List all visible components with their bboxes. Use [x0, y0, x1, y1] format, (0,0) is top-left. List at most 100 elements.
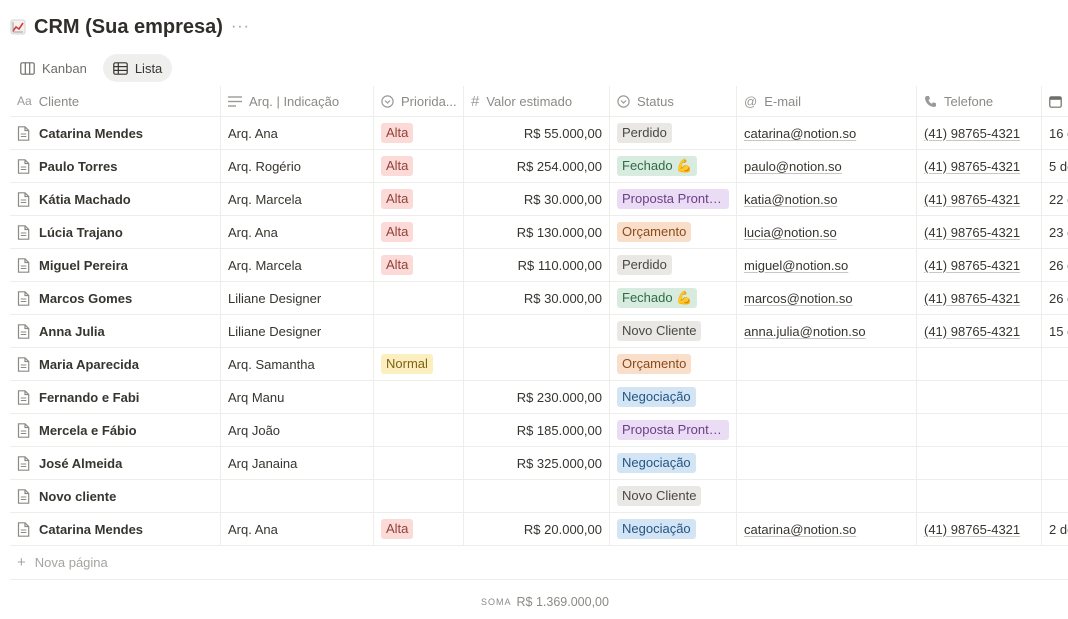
column-header-prioridade[interactable]: Priorida...	[374, 86, 464, 116]
email-link[interactable]: katia@notion.so	[744, 192, 837, 207]
cell-email[interactable]: anna.julia@notion.so	[737, 315, 917, 347]
phone-link[interactable]: (41) 98765-4321	[924, 258, 1020, 273]
column-header-status[interactable]: Status	[610, 86, 737, 116]
cell-valor[interactable]	[464, 315, 610, 347]
table-row[interactable]: Mercela e Fábio Arq João R$ 185.000,00 Prop…	[10, 414, 1068, 447]
phone-link[interactable]: (41) 98765-4321	[924, 324, 1020, 339]
phone-link[interactable]: (41) 98765-4321	[924, 291, 1020, 306]
cell-valor[interactable]: R$ 20.000,00	[464, 513, 610, 545]
cell-data[interactable]: 2 de	[1042, 513, 1068, 545]
cell-status[interactable]: Novo Cliente	[610, 315, 737, 347]
cell-valor[interactable]	[464, 480, 610, 512]
table-row[interactable]: Miguel Pereira Arq. Marcela Alta R$ 110.000…	[10, 249, 1068, 282]
cell-email[interactable]: lucia@notion.so	[737, 216, 917, 248]
phone-link[interactable]: (41) 98765-4321	[924, 126, 1020, 141]
cell-data[interactable]: 5 de	[1042, 150, 1068, 182]
cell-valor[interactable]: R$ 325.000,00	[464, 447, 610, 479]
column-header-arq[interactable]: Arq. | Indicação	[221, 86, 374, 116]
column-header-valor[interactable]: # Valor estimado	[464, 86, 610, 116]
table-row[interactable]: Catarina Mendes Arq. Ana Alta R$ 20.000,00 N…	[10, 513, 1068, 546]
cell-telefone[interactable]: (41) 98765-4321	[917, 183, 1042, 215]
cell-arq[interactable]: Arq Manu	[221, 381, 374, 413]
cell-prioridade[interactable]	[374, 447, 464, 479]
cell-email[interactable]: marcos@notion.so	[737, 282, 917, 314]
cell-arq[interactable]: Arq. Marcela	[221, 249, 374, 281]
email-link[interactable]: anna.julia@notion.so	[744, 324, 866, 339]
phone-link[interactable]: (41) 98765-4321	[924, 225, 1020, 240]
cell-telefone[interactable]	[917, 381, 1042, 413]
cell-data[interactable]: 16 d	[1042, 117, 1068, 149]
cell-status[interactable]: Orçamento	[610, 348, 737, 380]
phone-link[interactable]: (41) 98765-4321	[924, 192, 1020, 207]
cell-status[interactable]: Novo Cliente	[610, 480, 737, 512]
cell-telefone[interactable]	[917, 447, 1042, 479]
cell-cliente[interactable]: Catarina Mendes	[10, 513, 221, 545]
cell-email[interactable]: paulo@notion.so	[737, 150, 917, 182]
cell-data[interactable]: 26 d	[1042, 282, 1068, 314]
cell-status[interactable]: Fechado 💪	[610, 282, 737, 314]
email-link[interactable]: catarina@notion.so	[744, 126, 856, 141]
cell-telefone[interactable]: (41) 98765-4321	[917, 315, 1042, 347]
more-options-button[interactable]: ···	[231, 18, 250, 36]
column-header-telefone[interactable]: Telefone	[917, 86, 1042, 116]
cell-email[interactable]: catarina@notion.so	[737, 513, 917, 545]
cell-cliente[interactable]: Miguel Pereira	[10, 249, 221, 281]
cell-valor[interactable]: R$ 110.000,00	[464, 249, 610, 281]
cell-valor[interactable]: R$ 185.000,00	[464, 414, 610, 446]
cell-prioridade[interactable]	[374, 282, 464, 314]
cell-data[interactable]	[1042, 348, 1068, 380]
table-row[interactable]: Maria Aparecida Arq. Samantha Normal Orçame…	[10, 348, 1068, 381]
cell-valor[interactable]: R$ 30.000,00	[464, 282, 610, 314]
cell-status[interactable]: Perdido	[610, 117, 737, 149]
cell-cliente[interactable]: Anna Julia	[10, 315, 221, 347]
cell-prioridade[interactable]	[374, 414, 464, 446]
cell-email[interactable]: katia@notion.so	[737, 183, 917, 215]
cell-arq[interactable]: Liliane Designer	[221, 315, 374, 347]
cell-cliente[interactable]: Fernando e Fabi	[10, 381, 221, 413]
cell-arq[interactable]: Arq. Ana	[221, 216, 374, 248]
cell-status[interactable]: Proposta Pronta ...	[610, 183, 737, 215]
table-row[interactable]: Catarina Mendes Arq. Ana Alta R$ 55.000,00 P…	[10, 117, 1068, 150]
table-row[interactable]: Novo cliente Novo Cliente	[10, 480, 1068, 513]
cell-telefone[interactable]: (41) 98765-4321	[917, 117, 1042, 149]
cell-status[interactable]: Negociação	[610, 447, 737, 479]
cell-cliente[interactable]: Catarina Mendes	[10, 117, 221, 149]
tab-lista[interactable]: Lista	[102, 54, 173, 82]
cell-prioridade[interactable]: Normal	[374, 348, 464, 380]
email-link[interactable]: miguel@notion.so	[744, 258, 848, 273]
cell-valor[interactable]: R$ 55.000,00	[464, 117, 610, 149]
table-row[interactable]: Fernando e Fabi Arq Manu R$ 230.000,00 Nego…	[10, 381, 1068, 414]
email-link[interactable]: lucia@notion.so	[744, 225, 837, 240]
cell-email[interactable]	[737, 447, 917, 479]
cell-arq[interactable]: Arq Janaina	[221, 447, 374, 479]
cell-data[interactable]	[1042, 480, 1068, 512]
email-link[interactable]: marcos@notion.so	[744, 291, 853, 306]
cell-valor[interactable]: R$ 130.000,00	[464, 216, 610, 248]
cell-cliente[interactable]: Lúcia Trajano	[10, 216, 221, 248]
cell-status[interactable]: Perdido	[610, 249, 737, 281]
cell-cliente[interactable]: Kátia Machado	[10, 183, 221, 215]
cell-valor[interactable]: R$ 30.000,00	[464, 183, 610, 215]
cell-prioridade[interactable]: Alta	[374, 249, 464, 281]
cell-telefone[interactable]: (41) 98765-4321	[917, 249, 1042, 281]
cell-telefone[interactable]	[917, 348, 1042, 380]
cell-telefone[interactable]: (41) 98765-4321	[917, 216, 1042, 248]
cell-status[interactable]: Fechado 💪	[610, 150, 737, 182]
cell-arq[interactable]	[221, 480, 374, 512]
sum-summary[interactable]: SOMA R$ 1.369.000,00	[481, 595, 609, 609]
tab-kanban[interactable]: Kanban	[10, 54, 97, 82]
cell-status[interactable]: Negociação	[610, 381, 737, 413]
cell-email[interactable]	[737, 381, 917, 413]
cell-data[interactable]: 15 d	[1042, 315, 1068, 347]
table-row[interactable]: Kátia Machado Arq. Marcela Alta R$ 30.000,0…	[10, 183, 1068, 216]
cell-prioridade[interactable]	[374, 381, 464, 413]
cell-data[interactable]: 23 d	[1042, 216, 1068, 248]
cell-cliente[interactable]: Novo cliente	[10, 480, 221, 512]
column-header-cliente[interactable]: Aa Cliente	[10, 86, 221, 116]
cell-cliente[interactable]: Marcos Gomes	[10, 282, 221, 314]
cell-arq[interactable]: Arq. Samantha	[221, 348, 374, 380]
phone-link[interactable]: (41) 98765-4321	[924, 159, 1020, 174]
cell-status[interactable]: Proposta Pronta ...	[610, 414, 737, 446]
cell-email[interactable]	[737, 348, 917, 380]
cell-telefone[interactable]	[917, 480, 1042, 512]
